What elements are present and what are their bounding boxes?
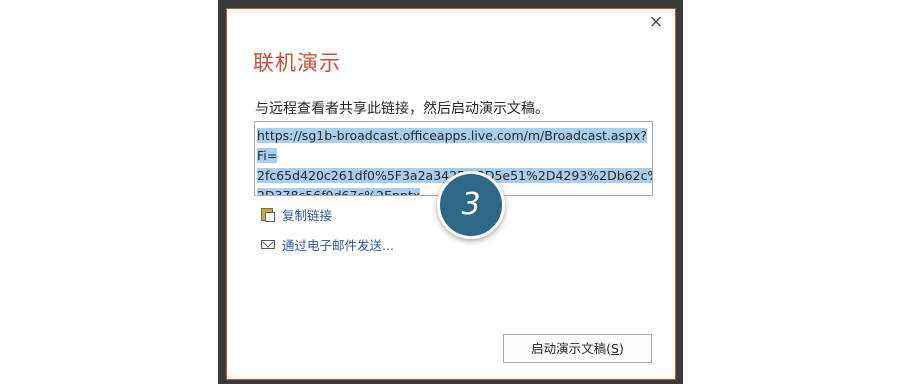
start-button-accesskey: S [611,341,619,356]
instruction-text: 与远程查看者共享此链接，然后启动演示文稿。 [255,101,549,117]
dialog-title: 联机演示 [253,51,341,75]
clipboard-icon [260,206,276,222]
copy-link-label: 复制链接 [282,207,333,223]
envelope-icon [260,236,276,252]
link-line-1: https://sg1b-broadcast.officeapps.live.c… [257,128,647,163]
start-button-label: 启动演示文稿( [531,341,612,356]
copy-link-button[interactable]: 复制链接 [260,205,332,223]
online-presentation-dialog: × 联机演示 与远程查看者共享此链接，然后启动演示文稿。 https://sg1… [226,8,676,380]
close-icon[interactable]: × [647,13,665,31]
send-email-button[interactable]: 通过电子邮件发送... [260,235,394,253]
send-email-label: 通过电子邮件发送... [282,237,394,253]
start-presentation-button[interactable]: 启动演示文稿(S) [503,334,652,363]
link-line-3: 2D378c56f9d67c%2Epptx [257,188,421,195]
start-button-label-end: ) [618,341,624,356]
step-number-badge: 3 [437,171,505,239]
